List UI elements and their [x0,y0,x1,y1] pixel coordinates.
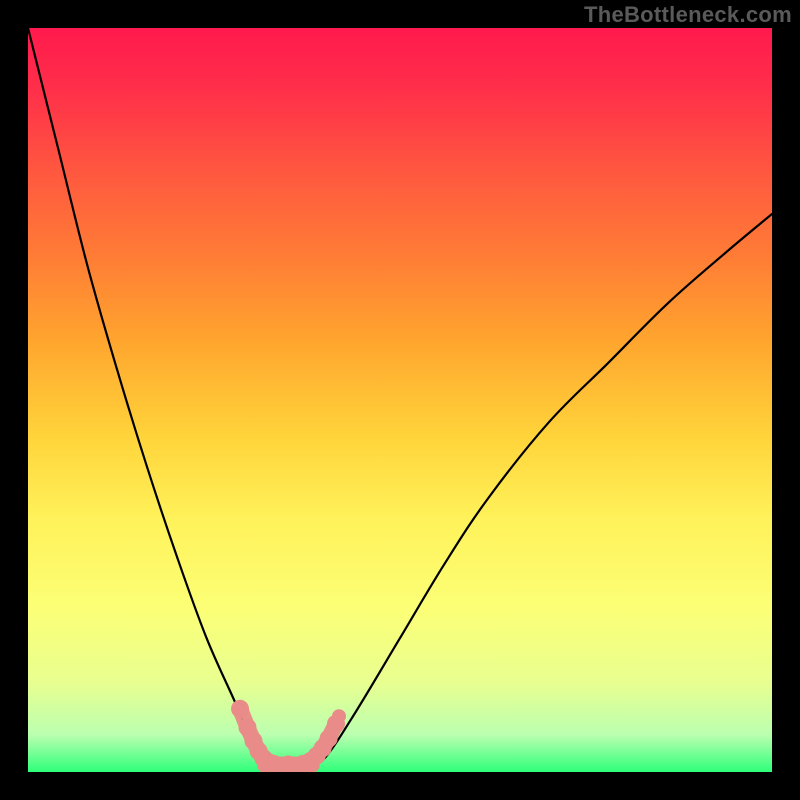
marker-layer [231,700,346,772]
plot-area [28,28,772,772]
chart-frame: TheBottleneck.com [0,0,800,800]
watermark-text: TheBottleneck.com [584,2,792,28]
curve-layer [28,28,772,765]
chart-svg [28,28,772,772]
